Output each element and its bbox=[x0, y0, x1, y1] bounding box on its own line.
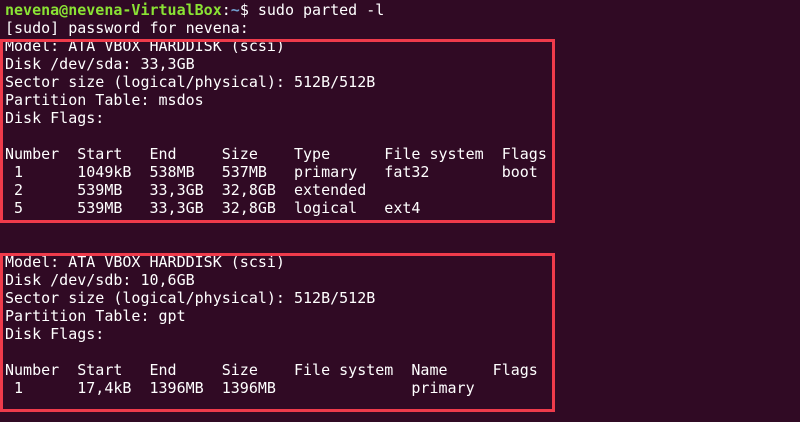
prompt-path: ~ bbox=[230, 1, 240, 19]
command: sudo parted -l bbox=[257, 1, 385, 19]
disk1-highlight-box bbox=[0, 39, 555, 223]
prompt-symbol: $ bbox=[239, 1, 258, 19]
prompt-line: nevena@nevena-VirtualBox:~$ sudo parted … bbox=[5, 1, 547, 19]
prompt-user-host: nevena@nevena-VirtualBox bbox=[5, 1, 222, 19]
prompt-sep: : bbox=[221, 1, 231, 19]
sudo-prompt: [sudo] password for nevena: bbox=[5, 19, 249, 37]
disk2-highlight-box bbox=[0, 253, 555, 412]
